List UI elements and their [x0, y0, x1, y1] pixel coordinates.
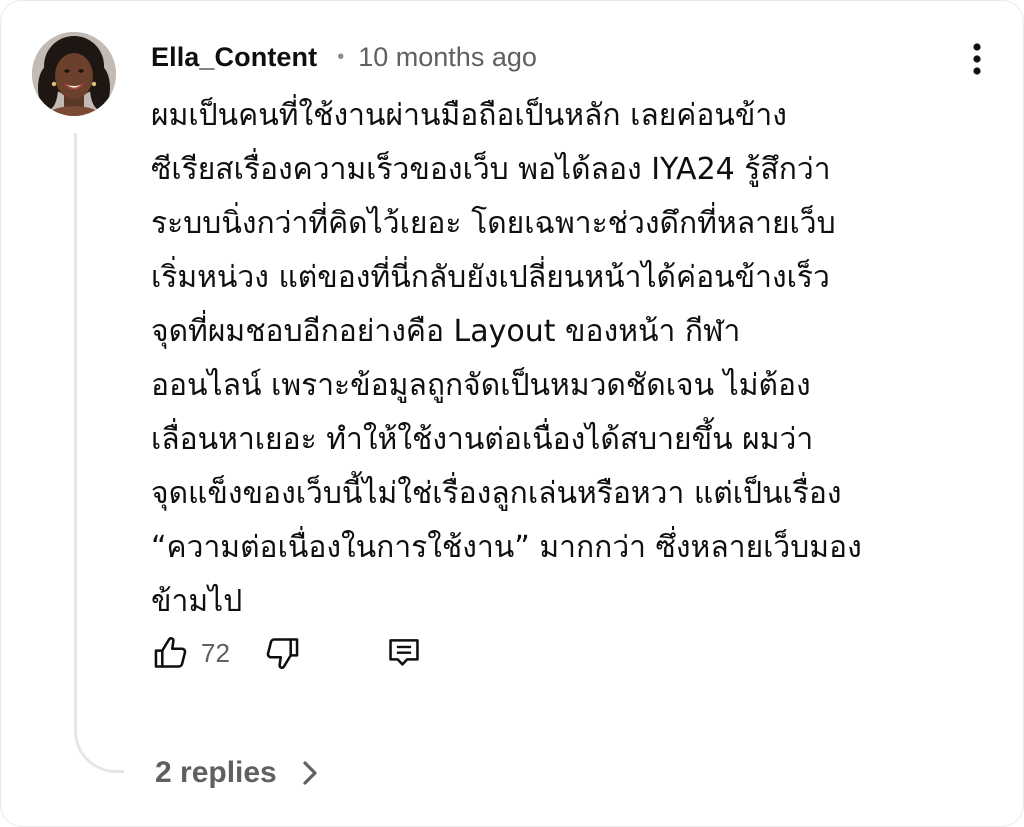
comment-menu-button[interactable]: [961, 39, 993, 79]
reply-button[interactable]: [384, 633, 424, 673]
comment-header: Ella_Content • 10 months ago: [151, 37, 537, 77]
avatar[interactable]: [32, 32, 116, 116]
chevron-right-icon: [303, 761, 317, 785]
view-replies-button[interactable]: 2 replies: [155, 749, 325, 797]
like-button[interactable]: [151, 633, 191, 673]
reply-thread-line: [74, 133, 124, 773]
avatar-image: [32, 32, 116, 116]
like-count: 72: [201, 637, 230, 668]
author-name[interactable]: Ella_Content: [151, 42, 317, 73]
dislike-button[interactable]: [262, 633, 302, 673]
comment-actions: 72: [151, 629, 424, 677]
comment-reply-icon: [389, 639, 419, 666]
comment-card: Ella_Content • 10 months ago ผมเป็นคนที่…: [0, 0, 1024, 827]
comment-text: ผมเป็นคนที่ใช้งานผ่านมือถือเป็นหลัก เลยค…: [151, 98, 862, 619]
comment-timestamp[interactable]: 10 months ago: [358, 42, 537, 73]
replies-count-label: 2 replies: [155, 756, 277, 789]
more-vertical-icon: [973, 43, 981, 75]
header-separator: •: [337, 45, 345, 68]
thumbs-up-icon: [154, 637, 187, 668]
thumbs-down-icon: [266, 638, 299, 669]
